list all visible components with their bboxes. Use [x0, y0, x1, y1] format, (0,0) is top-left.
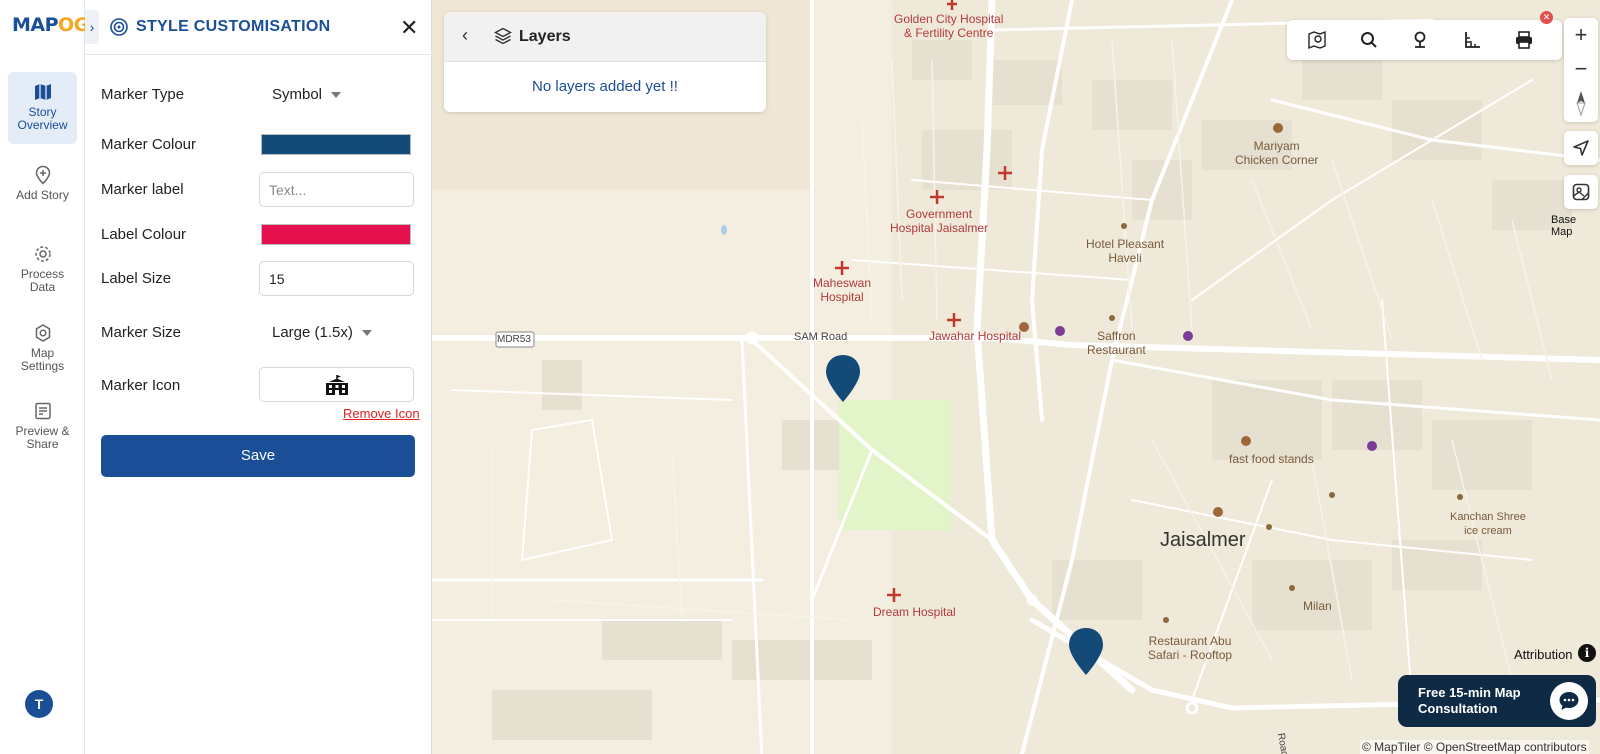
attribution-label[interactable]: Attribution: [1514, 647, 1573, 662]
layers-empty-message: No layers added yet !!: [532, 78, 678, 95]
panel-header: › STYLE CUSTOMISATION ✕: [85, 0, 432, 55]
chat-button[interactable]: [1550, 682, 1588, 720]
print-icon[interactable]: [1514, 30, 1534, 50]
map-toolbar: [1287, 20, 1562, 60]
map-marker[interactable]: [825, 355, 861, 403]
save-button[interactable]: Save: [101, 435, 415, 477]
add-pin-icon: [35, 165, 50, 185]
panel-title: STYLE CUSTOMISATION: [136, 18, 331, 35]
close-icon[interactable]: ✕: [400, 15, 418, 41]
map-canvas[interactable]: Golden City Hospital & Fertility Centre M…: [432, 0, 1600, 754]
marker-colour-label: Marker Colour: [101, 136, 197, 153]
label-colour-swatch[interactable]: [261, 224, 411, 245]
remove-icon-link[interactable]: Remove Icon: [343, 406, 420, 421]
nav-label: Story Overview: [17, 105, 68, 132]
user-avatar[interactable]: T: [25, 690, 53, 718]
map-label-sam-road: SAM Road: [794, 331, 848, 343]
zoom-out-button[interactable]: −: [1564, 52, 1598, 86]
label-size-label: Label Size: [101, 270, 172, 287]
marker-size-value: Large (1.5x): [272, 324, 353, 341]
style-customisation-panel: › STYLE CUSTOMISATION ✕ Marker Type Symb…: [85, 0, 432, 754]
base-map-label: Base Map: [1551, 214, 1577, 238]
marker-size-select[interactable]: Large (1.5x): [272, 324, 372, 341]
map-label-milan: Milan: [1303, 599, 1332, 613]
navigation-arrow-icon: [1573, 140, 1589, 156]
marker-type-value: Symbol: [272, 86, 323, 103]
map-label-mariyam: Mariyam Chicken Corner: [1235, 139, 1319, 167]
nav-add-story[interactable]: Add Story: [8, 155, 77, 227]
map-label-abu-safari: Restaurant Abu Safari - Rooftop: [1148, 634, 1233, 662]
nav-preview-share[interactable]: Preview & Share: [8, 391, 77, 463]
settings-icon: [35, 324, 50, 342]
marker-colour-swatch[interactable]: [261, 134, 411, 155]
map-label-fast-food: fast food stands: [1229, 452, 1314, 466]
marker-label-input[interactable]: [259, 172, 414, 207]
mapog-logo[interactable]: MAPOG: [12, 14, 89, 36]
map-label-maheswan-hospital: Maheswan Hospital: [813, 276, 872, 304]
palette-icon: [110, 18, 128, 36]
chat-icon: [1559, 692, 1579, 710]
map-label-mdr53: MDR53: [497, 334, 531, 345]
layers-panel: ‹ Layers No layers added yet !!: [444, 12, 766, 112]
zoom-controls: + −: [1564, 18, 1598, 122]
map-base-layer: [432, 0, 1600, 754]
compass-icon[interactable]: [1572, 86, 1590, 120]
map-label-jaisalmer: Jaisalmer: [1160, 529, 1246, 551]
left-nav-rail: MAPOG Story Overview Add Story Process D…: [0, 0, 89, 754]
map-label-golden-city: Golden City Hospital & Fertility Centre: [894, 12, 1004, 40]
nav-label: Process Data: [20, 267, 65, 294]
locate-button[interactable]: [1564, 131, 1598, 165]
label-size-input[interactable]: [259, 261, 414, 296]
location-pin-icon[interactable]: [1410, 30, 1430, 50]
nav-process-data[interactable]: Process Data: [8, 234, 77, 306]
collapse-sidebar-button[interactable]: ›: [85, 10, 99, 44]
marker-type-label: Marker Type: [101, 86, 185, 103]
map-label-kanchan: Kanchan Shree ice cream: [1450, 511, 1526, 537]
map-label-jawahar-hospital: Jawahar Hospital: [929, 329, 1022, 343]
measure-icon[interactable]: [1462, 30, 1482, 50]
map-copyright: © MapTiler © OpenStreetMap contributors: [1360, 740, 1589, 754]
chevron-left-icon[interactable]: ‹: [462, 25, 468, 46]
layers-title: Layers: [519, 28, 571, 45]
zoom-in-button[interactable]: +: [1564, 18, 1598, 52]
close-icon[interactable]: ✕: [1540, 11, 1553, 24]
nav-story-overview[interactable]: Story Overview: [8, 72, 77, 144]
nav-label: Map Settings: [20, 346, 65, 373]
chevron-down-icon: [361, 330, 372, 337]
marker-icon-label: Marker Icon: [101, 377, 181, 394]
school-building-icon: [326, 375, 348, 395]
layers-header: ‹ Layers: [444, 12, 766, 62]
map-label-hotel-pleasant: Hotel Pleasant Haveli: [1086, 237, 1165, 265]
marker-icon-picker[interactable]: [259, 367, 414, 402]
label-colour-label: Label Colour: [101, 226, 187, 243]
consultation-button[interactable]: Free 15-min Map Consultation: [1398, 675, 1596, 727]
base-map-button[interactable]: [1564, 175, 1598, 209]
search-icon[interactable]: [1359, 30, 1379, 50]
map-icon: [34, 84, 51, 100]
marker-label-label: Marker label: [101, 181, 184, 198]
nav-map-settings[interactable]: Map Settings: [8, 313, 77, 385]
map-label-government-hospital: Government Hospital Jaisalmer: [890, 207, 989, 235]
map-search-area-icon[interactable]: [1307, 30, 1327, 50]
preview-icon: [34, 402, 51, 420]
nav-label: Add Story: [16, 188, 69, 202]
nav-label: Preview & Share: [15, 424, 70, 451]
gear-icon: [34, 246, 51, 262]
map-label-dream-hospital: Dream Hospital: [873, 605, 956, 619]
map-marker[interactable]: [1068, 628, 1104, 676]
base-map-icon: [1572, 183, 1590, 201]
chevron-down-icon: [331, 92, 342, 99]
layers-icon: [494, 27, 512, 45]
info-icon[interactable]: i: [1578, 644, 1596, 662]
consultation-text: Free 15-min Map Consultation: [1418, 685, 1521, 716]
marker-type-select[interactable]: Symbol: [272, 86, 342, 103]
map-label-saffron: Saffron Restaurant: [1087, 329, 1146, 357]
marker-size-label: Marker Size: [101, 324, 182, 341]
